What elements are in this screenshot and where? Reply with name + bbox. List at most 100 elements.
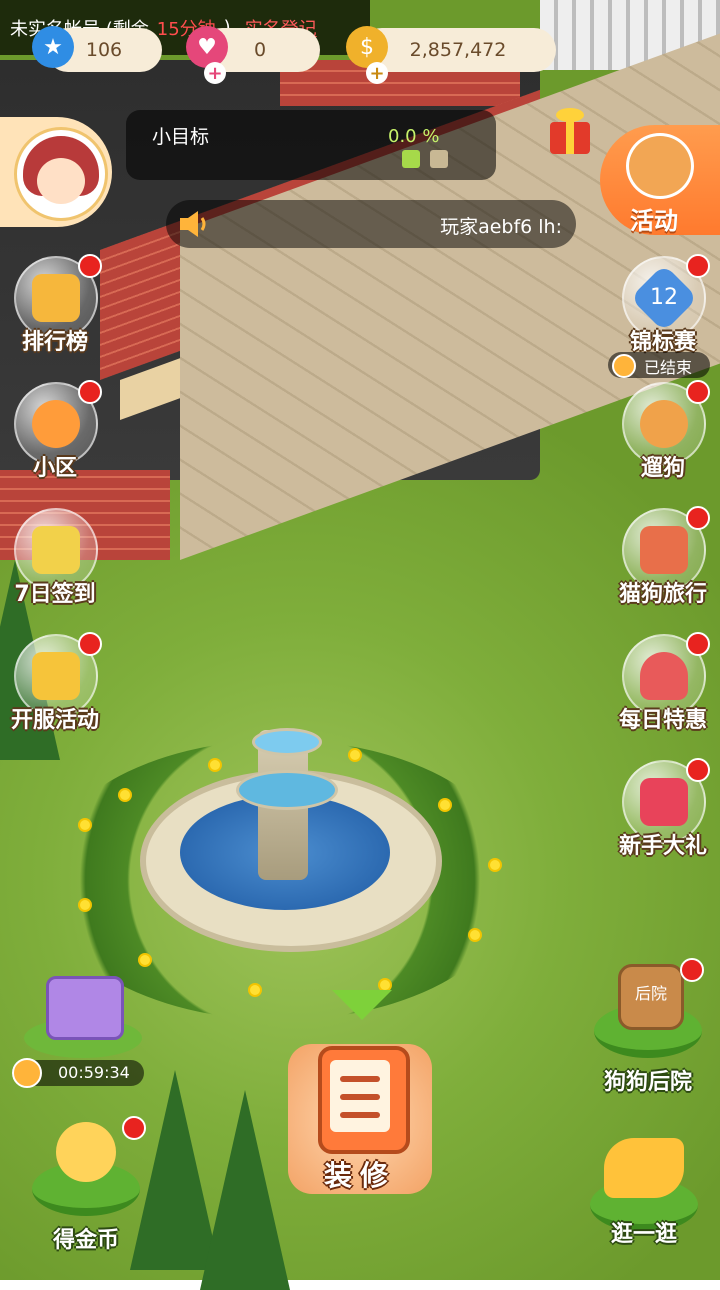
daily-deal-button[interactable]: 每日特惠 (608, 632, 718, 744)
treasure-chest[interactable] (18, 968, 148, 1060)
chest-timer: 00:59:34 (12, 1058, 144, 1088)
activity-label: 活动 (630, 207, 678, 235)
notification-badge (680, 958, 704, 982)
calendar-icon (32, 526, 80, 574)
flower (350, 750, 360, 760)
heart-currency[interactable]: ♥ + 0 (186, 26, 320, 84)
daily-deal-label: 每日特惠 (618, 708, 707, 733)
notification-badge (686, 254, 710, 278)
walk-dog-label: 遛狗 (640, 456, 685, 481)
trophy-podium-icon (32, 274, 80, 322)
dog-backyard-button[interactable]: 后院 狗狗后院 (588, 958, 708, 1095)
backyard-sign-icon: 后院 (618, 964, 684, 1030)
newbie-gift-label: 新手大礼 (618, 834, 707, 859)
checkin-label: 7日签到 (14, 582, 96, 607)
add-heart-button[interactable]: + (204, 62, 226, 84)
newbie-gift-button[interactable]: 新手大礼 (608, 758, 718, 870)
community-icon (32, 400, 80, 448)
player-avatar[interactable] (0, 117, 112, 227)
reward-icon (402, 150, 420, 168)
corgi-megaphone-icon (626, 133, 694, 199)
tournament-number: 12 (650, 285, 678, 310)
fountain-bowl (236, 770, 338, 810)
tournament-badge-icon: 12 (630, 264, 698, 332)
leaderboard-button[interactable]: 排行榜 (0, 254, 110, 366)
flower (80, 820, 90, 830)
pet-travel-label: 猫狗旅行 (618, 582, 707, 607)
activity-button[interactable]: 活动 (600, 125, 720, 235)
arrow-down-icon[interactable] (332, 990, 392, 1020)
chick-target-icon (56, 1122, 116, 1182)
crown-icon (32, 652, 80, 700)
walk-dog-button[interactable]: 遛狗 (608, 380, 718, 492)
travel-photo-icon (640, 526, 688, 574)
heart-count: 0 (253, 39, 267, 61)
chest-icon (46, 976, 124, 1040)
gift-icon[interactable] (546, 106, 594, 156)
earn-coins-label: 得金币 (52, 1228, 119, 1253)
star-count: 106 (85, 39, 123, 61)
reward-icon (430, 150, 448, 168)
avatar-portrait (14, 127, 108, 221)
flower (250, 985, 260, 995)
pet-travel-button[interactable]: 猫狗旅行 (608, 506, 718, 618)
flower (490, 860, 500, 870)
walk-dog-icon (640, 400, 688, 448)
tournament-button[interactable]: 12 锦标赛 (608, 254, 718, 366)
fountain-top-bowl (252, 728, 322, 756)
coin-currency[interactable]: $ + 2,857,472 (346, 26, 556, 84)
goal-label: 小目标 (152, 126, 210, 148)
add-coin-button[interactable]: + (366, 62, 388, 84)
chest-timer-text: 00:59:34 (58, 1063, 130, 1082)
community-label: 小区 (32, 456, 77, 481)
stroll-button[interactable]: 逛一逛 (584, 1138, 704, 1248)
goal-panel[interactable]: 小目标 0.0 % (126, 110, 496, 180)
goal-percent: 0.0 % (388, 126, 440, 147)
seven-day-checkin-button[interactable]: 7日签到 (0, 508, 110, 618)
dog-backyard-label: 狗狗后院 (603, 1070, 692, 1095)
notification-badge (686, 632, 710, 656)
star-currency[interactable]: ★ 106 (32, 26, 162, 72)
speaker-icon (180, 211, 206, 237)
coin-count: 2,857,472 (409, 39, 507, 61)
flower (80, 900, 90, 910)
flower (210, 760, 220, 770)
tournament-status-text: 已结束 (644, 358, 693, 377)
chat-message: 玩家aebf6 lh: (440, 216, 562, 238)
notification-badge (686, 506, 710, 530)
backyard-sign-text: 后院 (634, 984, 667, 1003)
list-line (340, 1112, 380, 1118)
earn-coins-button[interactable]: 得金币 (26, 1116, 146, 1253)
shop-icon (640, 652, 688, 700)
tree (200, 1090, 290, 1290)
avatar-face (37, 158, 85, 204)
flower (140, 955, 150, 965)
notification-badge (78, 380, 102, 404)
gift-bow (556, 108, 584, 122)
chat-bar[interactable]: 玩家aebf6 lh: (166, 200, 576, 248)
notification-badge (686, 758, 710, 782)
clock-icon (612, 354, 636, 378)
flower (120, 790, 130, 800)
flower (440, 800, 450, 810)
shoe-icon (604, 1138, 684, 1198)
server-event-button[interactable]: 开服活动 (0, 632, 110, 744)
tournament-status: 已结束 (608, 352, 710, 378)
server-event-label: 开服活动 (10, 708, 99, 733)
clock-icon (12, 1058, 42, 1088)
flower (380, 980, 390, 990)
gift-pack-icon (640, 778, 688, 826)
decorate-button[interactable]: 装修 (288, 1030, 432, 1194)
flower (470, 930, 480, 940)
notification-badge (78, 632, 102, 656)
notification-badge (686, 380, 710, 404)
list-line (340, 1076, 380, 1082)
leaderboard-label: 排行榜 (21, 330, 88, 355)
notification-badge (122, 1116, 146, 1140)
community-button[interactable]: 小区 (0, 380, 110, 492)
list-line (340, 1094, 380, 1100)
decorate-label: 装修 (323, 1159, 396, 1192)
notification-badge (78, 254, 102, 278)
star-icon: ★ (32, 26, 74, 68)
stroll-label: 逛一逛 (610, 1222, 677, 1247)
